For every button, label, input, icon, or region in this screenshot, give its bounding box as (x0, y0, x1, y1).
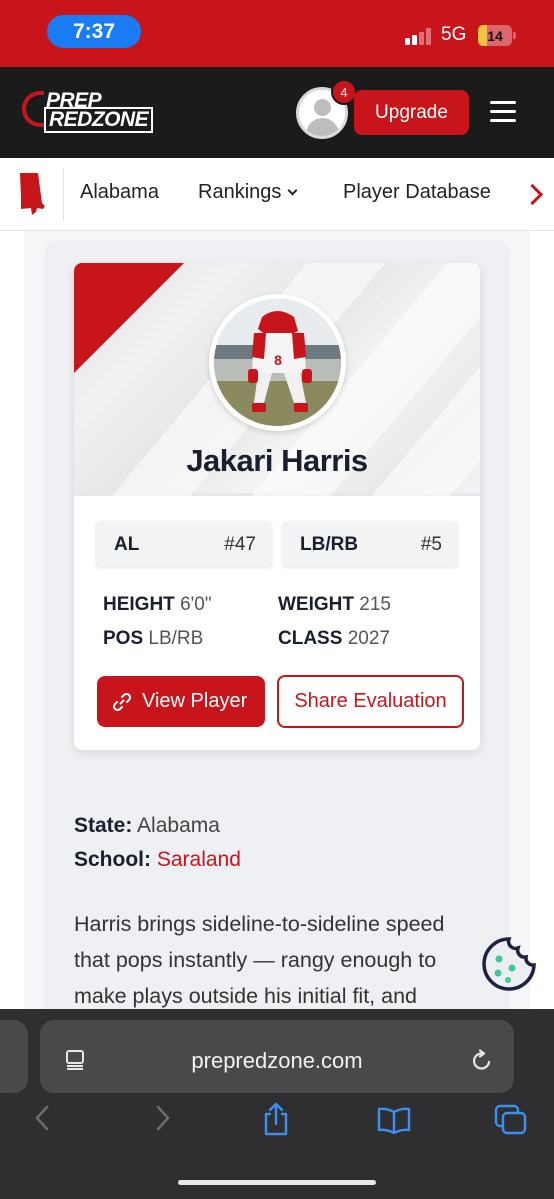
share-evaluation-button[interactable]: Share Evaluation (277, 675, 464, 728)
back-icon[interactable] (33, 1104, 53, 1132)
height-attribute: HEIGHT 6'0" (103, 594, 212, 615)
reload-icon[interactable] (470, 1049, 494, 1073)
alabama-state-icon[interactable] (17, 173, 47, 217)
link-icon (112, 692, 132, 712)
weight-attribute: WEIGHT 215 (278, 594, 391, 615)
page-content: 8 Jakari Harris AL #47 LB/RB #5 HEIGHT 6… (0, 231, 554, 1011)
previous-tab-preview[interactable] (0, 1020, 28, 1093)
bookmarks-icon[interactable] (376, 1106, 412, 1134)
share-icon[interactable] (261, 1101, 291, 1137)
cookie-icon[interactable] (480, 935, 538, 993)
prep-redzone-logo[interactable]: PREP REDZONE (22, 88, 154, 134)
player-photo: 8 (209, 294, 346, 431)
forward-icon[interactable] (152, 1104, 172, 1132)
school-link[interactable]: Saraland (157, 848, 241, 871)
player-card: 8 Jakari Harris AL #47 LB/RB #5 HEIGHT 6… (74, 263, 480, 750)
player-bio: Harris brings sideline-to-sideline speed… (74, 912, 445, 1008)
battery-level: 14 (487, 27, 503, 44)
status-time[interactable]: 7:37 (47, 15, 141, 48)
signal-icon (405, 27, 433, 45)
class-attribute: CLASS 2027 (278, 628, 390, 649)
school-info: School: Saraland (74, 848, 241, 871)
state-nav: Alabama Rankings Player Database (0, 158, 554, 231)
state-rank-badge[interactable]: AL #47 (96, 521, 272, 567)
state-info: State: Alabama (74, 814, 220, 837)
menu-icon[interactable] (490, 101, 516, 123)
view-player-button[interactable]: View Player (97, 676, 265, 727)
nav-item-alabama[interactable]: Alabama (80, 181, 159, 204)
svg-text:8: 8 (274, 352, 282, 368)
browser-toolbar: prepredzone.com (0, 1009, 554, 1199)
status-bar: 7:37 5G 14 (0, 0, 554, 67)
home-indicator[interactable] (178, 1180, 376, 1185)
site-header: PREP REDZONE 4 Upgrade (0, 67, 554, 158)
nav-item-rankings[interactable]: Rankings (198, 181, 298, 204)
url-text: prepredzone.com (191, 1048, 363, 1073)
position-attribute: POS LB/RB (103, 628, 204, 649)
upgrade-button[interactable]: Upgrade (354, 90, 469, 135)
card-banner: 8 Jakari Harris (74, 263, 480, 592)
position-rank-badge[interactable]: LB/RB #5 (282, 521, 458, 567)
chevron-down-icon (287, 185, 298, 196)
network-type: 5G (441, 24, 467, 45)
tabs-icon[interactable] (494, 1104, 528, 1136)
address-bar[interactable]: prepredzone.com (40, 1020, 514, 1093)
corner-accent (74, 263, 184, 373)
player-name: Jakari Harris (186, 443, 368, 478)
nav-item-player-database[interactable]: Player Database (343, 181, 491, 204)
battery-icon: 14 (478, 25, 516, 46)
nav-scroll-right-icon[interactable] (512, 170, 554, 220)
